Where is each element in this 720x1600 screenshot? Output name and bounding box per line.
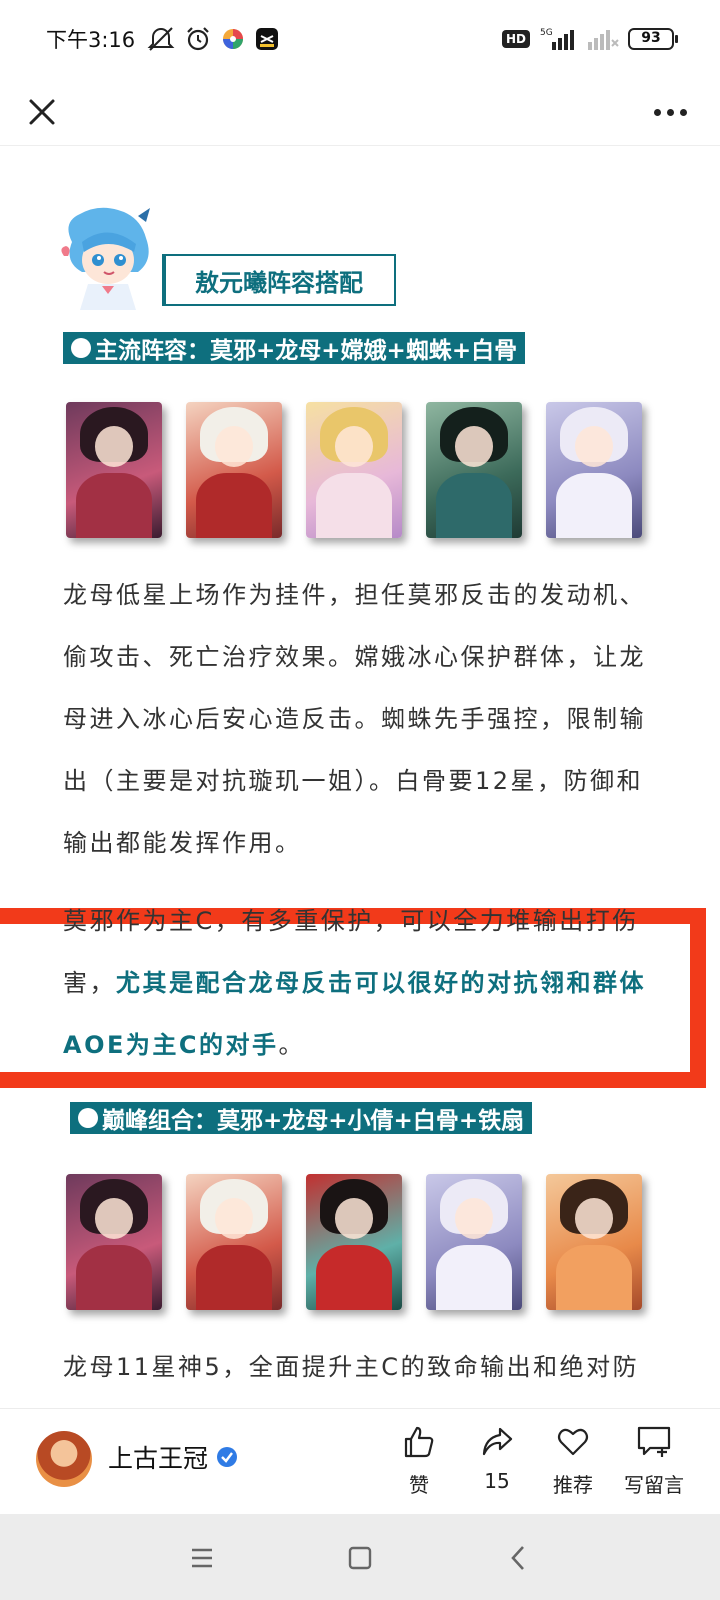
battery-level: 93	[641, 30, 661, 46]
section-title-box: 敖元曦阵容搭配	[162, 254, 396, 306]
hero-cards-peak	[66, 1174, 642, 1310]
paragraph-2: 莫邪作为主C，有多重保护，可以全力堆输出打伤害，尤其是配合龙母反击可以很好的对抗…	[63, 890, 657, 1076]
home-square-icon	[348, 1546, 372, 1570]
hero-card[interactable]	[306, 1174, 402, 1310]
more-dot-icon	[679, 108, 687, 116]
like-button[interactable]: 赞	[384, 1425, 454, 1498]
comment-label: 写留言	[624, 1473, 684, 1497]
more-dot-icon	[666, 108, 674, 116]
lineup-title-peak: 巅峰组合：莫邪+龙母+小倩+白骨+铁扇	[102, 1108, 525, 1134]
signal-5g-icon: 5G	[540, 28, 574, 50]
hero-card[interactable]	[546, 402, 642, 538]
mute-icon	[147, 27, 175, 51]
mascot-icon	[61, 207, 150, 310]
hd-badge: HD	[501, 30, 530, 48]
paragraph-2-end: 。	[278, 1031, 305, 1059]
app-notification-icon	[256, 28, 279, 50]
paragraph-2-highlight: 尤其是配合龙母反击可以很好的对抗翎和群体AOE为主C的对手	[63, 969, 646, 1059]
paragraph-3: 龙母11星神5，全面提升主C的致命输出和绝对防	[63, 1353, 640, 1381]
thumbs-up-icon	[404, 1426, 434, 1458]
alarm-icon	[187, 27, 209, 51]
comment-icon	[637, 1426, 671, 1457]
more-dot-icon	[653, 108, 661, 116]
close-button[interactable]	[18, 88, 66, 136]
hero-card[interactable]	[186, 402, 282, 538]
bottom-action-bar: 上古王冠 赞 15 推荐 写留言	[0, 1408, 720, 1514]
hero-card[interactable]	[426, 1174, 522, 1310]
hero-card[interactable]	[546, 1174, 642, 1310]
lineup-title-main: 主流阵容：莫邪+龙母+嫦娥+蜘蛛+白骨	[95, 338, 518, 364]
nav-home-button[interactable]	[338, 1536, 382, 1580]
bullet-icon	[78, 1108, 98, 1128]
back-chevron-icon	[511, 1546, 524, 1570]
section-title: 敖元曦阵容搭配	[195, 268, 363, 297]
like-label: 赞	[409, 1473, 429, 1497]
nav-back-button[interactable]	[496, 1536, 540, 1580]
comment-button[interactable]: 写留言	[616, 1425, 692, 1498]
author-info[interactable]: 上古王冠	[108, 1439, 238, 1475]
close-icon	[29, 99, 55, 125]
nav-menu-button[interactable]	[180, 1536, 224, 1580]
more-options-button[interactable]	[642, 88, 698, 136]
svg-text:5G: 5G	[540, 28, 553, 38]
heart-icon	[557, 1428, 589, 1456]
bullet-icon	[71, 338, 91, 358]
hero-card[interactable]	[66, 402, 162, 538]
battery-indicator: 93	[628, 28, 678, 50]
share-button[interactable]: 15	[462, 1425, 532, 1493]
recommend-button[interactable]: 推荐	[538, 1425, 608, 1498]
top-bar	[0, 78, 720, 146]
hero-card[interactable]	[186, 1174, 282, 1310]
hero-cards-main	[66, 402, 642, 538]
author-avatar[interactable]	[36, 1431, 92, 1487]
menu-icon	[192, 1548, 212, 1568]
share-icon	[482, 1427, 513, 1456]
lineup-banner-peak: 巅峰组合：莫邪+龙母+小倩+白骨+铁扇	[70, 1102, 533, 1134]
paragraph-1: 龙母低星上场作为挂件，担任莫邪反击的发动机、偷攻击、死亡治疗效果。嫦娥冰心保护群…	[63, 581, 646, 857]
recommend-label: 推荐	[553, 1473, 593, 1497]
section-header: 敖元曦阵容搭配	[58, 202, 398, 312]
status-time: 下午3:16	[46, 28, 136, 52]
hero-card[interactable]	[426, 402, 522, 538]
hero-card[interactable]	[66, 1174, 162, 1310]
share-count: 15	[484, 1469, 510, 1493]
system-nav-bar	[0, 1514, 720, 1600]
status-bar: 下午3:16 HD 5G 93	[0, 0, 720, 78]
author-name[interactable]: 上古王冠	[108, 1439, 208, 1475]
article-content: 敖元曦阵容搭配 主流阵容：莫邪+龙母+嫦娥+蜘蛛+白骨 龙母低星上场作为挂件，担…	[0, 146, 720, 1408]
verified-badge-icon	[217, 1447, 238, 1467]
hero-card[interactable]	[306, 402, 402, 538]
signal-weak-icon	[588, 30, 619, 50]
lineup-banner-main: 主流阵容：莫邪+龙母+嫦娥+蜘蛛+白骨	[63, 332, 526, 364]
color-wheel-icon	[223, 29, 244, 49]
